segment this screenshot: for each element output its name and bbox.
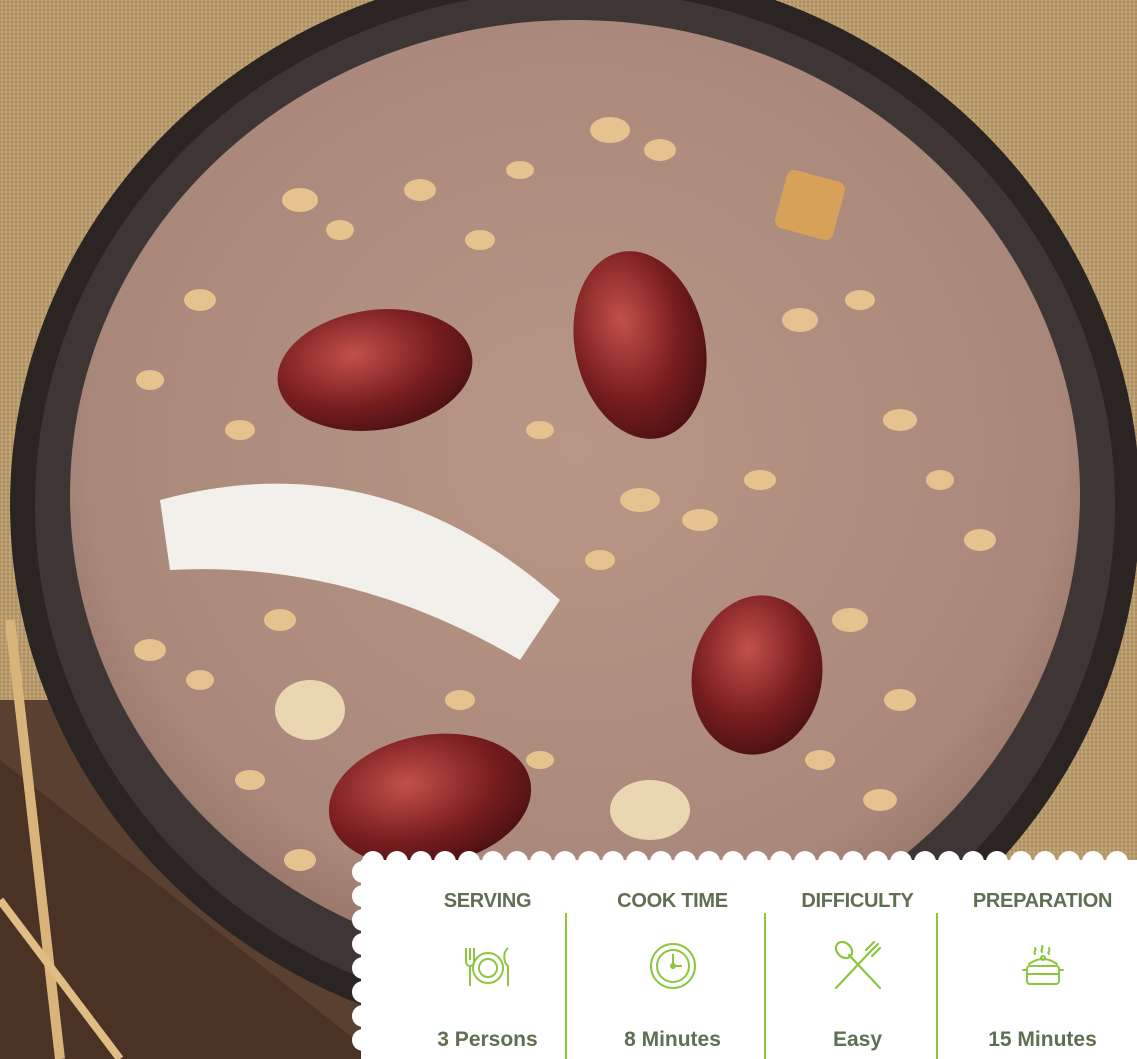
stat-difficulty: DIFFICULTY Easy xyxy=(765,878,950,1059)
stat-serving: SERVING 3 Persons xyxy=(395,878,580,1059)
stat-title: SERVING xyxy=(443,890,532,912)
crossed-spoon-fork-icon xyxy=(834,940,881,990)
stat-cook-time: COOK TIME 8 Minutes xyxy=(580,878,765,1059)
scalloped-edge-left xyxy=(352,861,373,1051)
scalloped-edge xyxy=(362,851,1128,872)
recipe-stats: SERVING 3 Persons COOK TIME 8 Minutes DI… xyxy=(395,878,1137,1059)
stat-divider xyxy=(764,913,766,1059)
stat-title: PREPARATION xyxy=(972,890,1113,912)
stat-value: 8 Minutes xyxy=(624,1028,721,1051)
stat-preparation: PREPARATION 15 Minutes xyxy=(950,878,1135,1059)
stat-value: 3 Persons xyxy=(437,1028,538,1051)
stat-value: Easy xyxy=(832,1028,883,1051)
clock-icon xyxy=(649,943,696,989)
stat-title: COOK TIME xyxy=(617,890,728,912)
steaming-pot-icon xyxy=(1021,945,1064,985)
stat-value: 15 Minutes xyxy=(988,1028,1097,1051)
stat-divider xyxy=(936,913,938,1059)
stat-title: DIFFICULTY xyxy=(801,890,914,912)
plate-cutlery-icon xyxy=(464,947,509,986)
stat-divider xyxy=(565,913,567,1059)
